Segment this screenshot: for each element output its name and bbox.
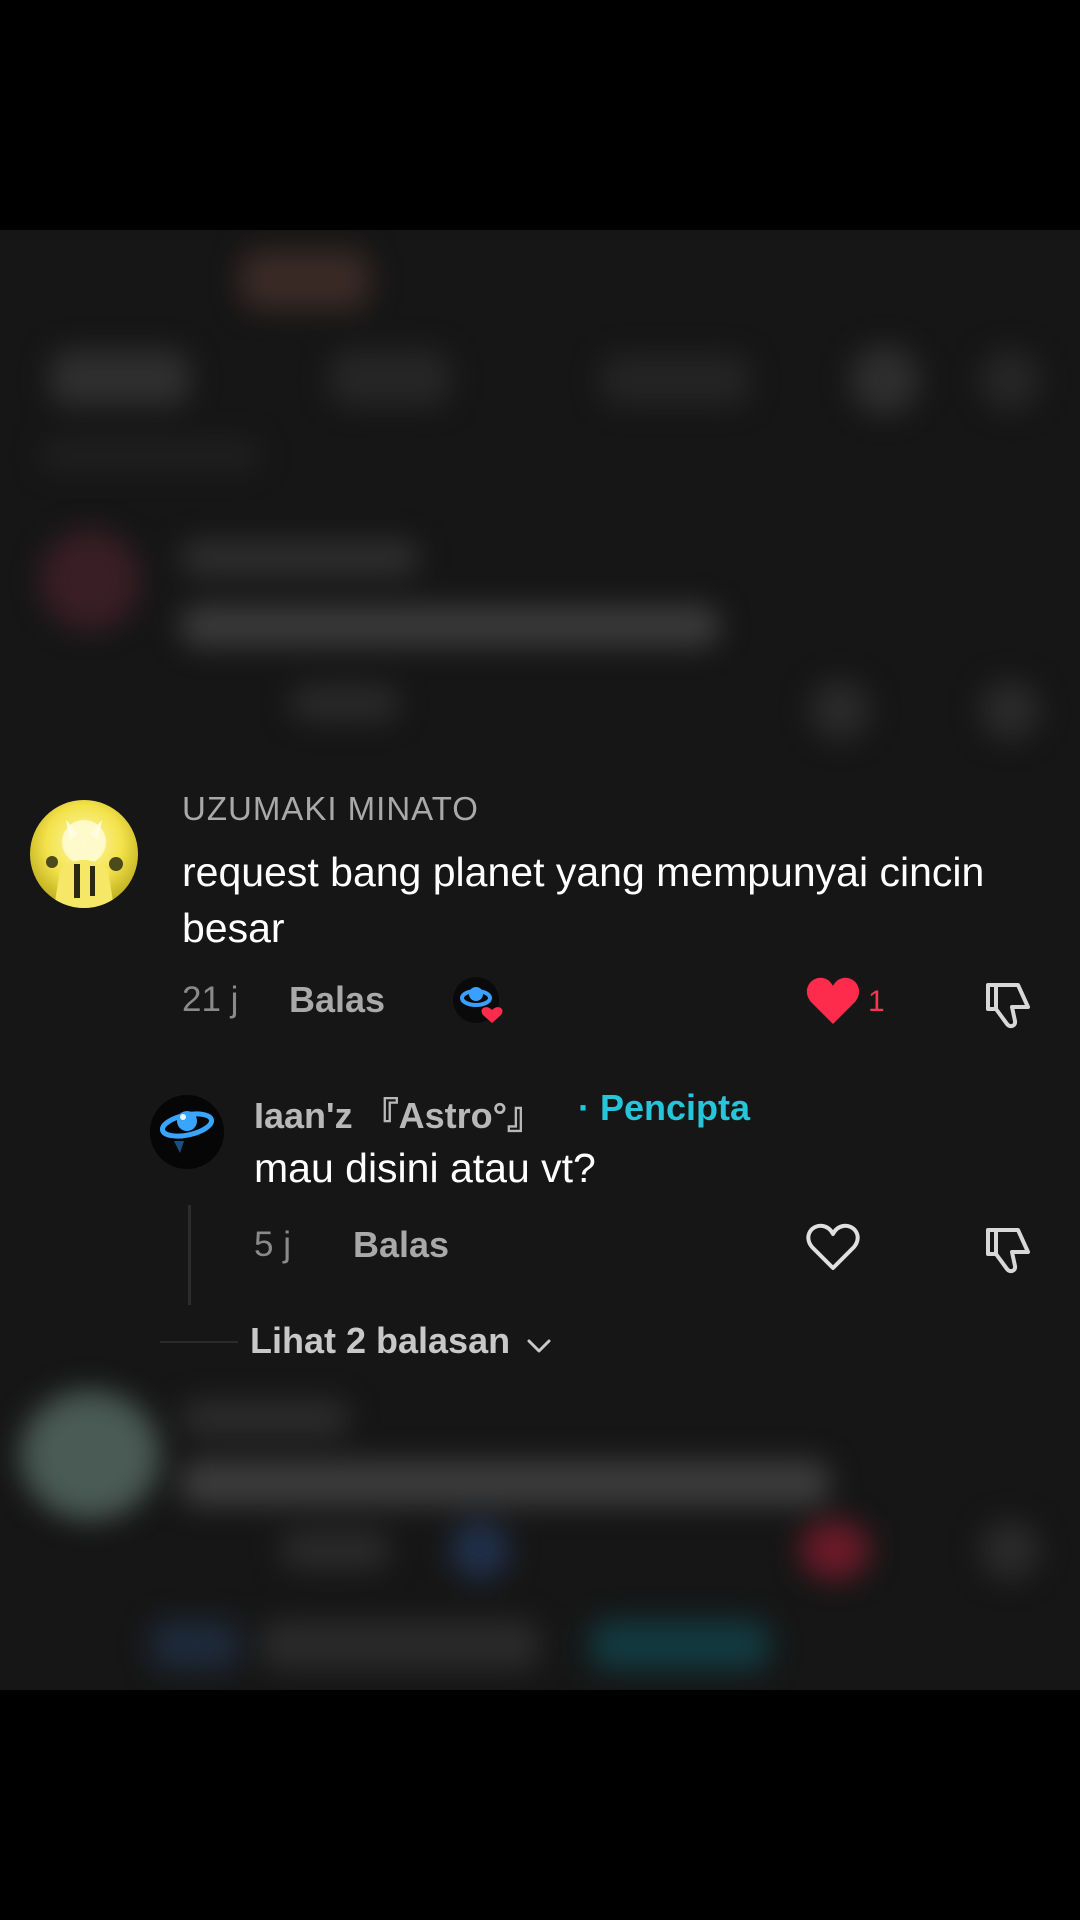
blurred-previous-comment: [0, 510, 1080, 770]
creator-liked-badge-icon: [452, 974, 512, 1026]
blurred-header: [0, 230, 1080, 470]
thread-line: [188, 1205, 191, 1305]
like-count: 1: [868, 985, 885, 1018]
reply-avatar[interactable]: [150, 1095, 224, 1169]
comment-timestamp: 21 j: [182, 980, 239, 1019]
reply-text: mau disini atau vt?: [254, 1145, 596, 1191]
reply-timestamp: 5 j: [254, 1225, 291, 1264]
view-replies-divider: [160, 1341, 238, 1343]
comment-reply-button[interactable]: Balas: [289, 979, 385, 1021]
chevron-down-icon: [526, 1322, 552, 1364]
blurred-next-comment: [0, 1390, 1080, 1690]
comments-panel: [0, 230, 1080, 1690]
reply-reply-button[interactable]: Balas: [353, 1224, 449, 1266]
view-replies-button[interactable]: Lihat 2 balasan: [250, 1320, 552, 1364]
creator-badge: · Pencipta: [578, 1087, 751, 1128]
dislike-icon[interactable]: [980, 975, 1036, 1031]
dislike-icon[interactable]: [980, 1220, 1036, 1276]
comment-avatar[interactable]: [30, 800, 138, 908]
comment-text: request bang planet yang mempunyai cinci…: [182, 849, 985, 951]
comment-username[interactable]: UZUMAKI MINATO: [182, 790, 479, 828]
reply-username[interactable]: Iaan'z 『Astro°』: [254, 1087, 543, 1139]
view-replies-label: Lihat 2 balasan: [250, 1320, 511, 1361]
heart-filled-icon[interactable]: [805, 976, 861, 1026]
heart-outline-icon[interactable]: [805, 1222, 861, 1272]
